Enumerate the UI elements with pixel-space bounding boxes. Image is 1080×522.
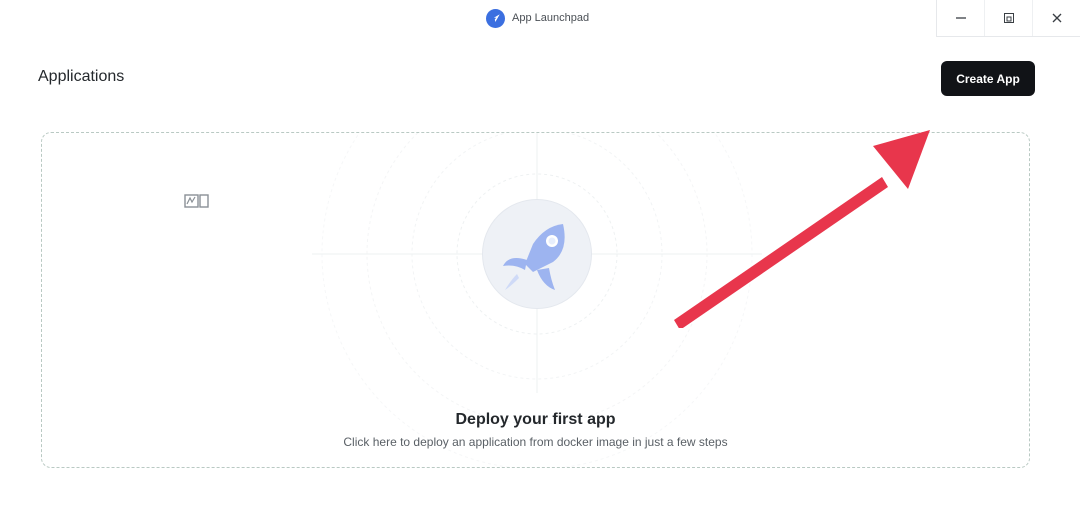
restore-icon xyxy=(1003,13,1014,23)
rocket-icon xyxy=(503,224,565,290)
deploy-first-app-card[interactable]: Deploy your first app Click here to depl… xyxy=(41,132,1030,468)
restore-button[interactable] xyxy=(985,0,1033,36)
close-icon xyxy=(1052,13,1061,23)
empty-state-title: Deploy your first app xyxy=(455,411,616,428)
minimize-button[interactable] xyxy=(937,0,985,36)
create-app-button[interactable]: Create App xyxy=(941,61,1035,96)
background-text-icon xyxy=(184,194,209,208)
close-button[interactable] xyxy=(1033,0,1080,36)
window-title: App Launchpad xyxy=(486,7,589,29)
rocket-illustration xyxy=(482,199,592,309)
minimize-icon xyxy=(955,17,966,19)
window-controls xyxy=(936,0,1080,37)
window-title-text: App Launchpad xyxy=(512,12,590,24)
page-title: Applications xyxy=(38,68,125,85)
title-bar: App Launchpad xyxy=(0,0,1080,37)
app-launchpad-icon xyxy=(486,8,505,28)
empty-state-subtitle: Click here to deploy an application from… xyxy=(343,435,728,449)
